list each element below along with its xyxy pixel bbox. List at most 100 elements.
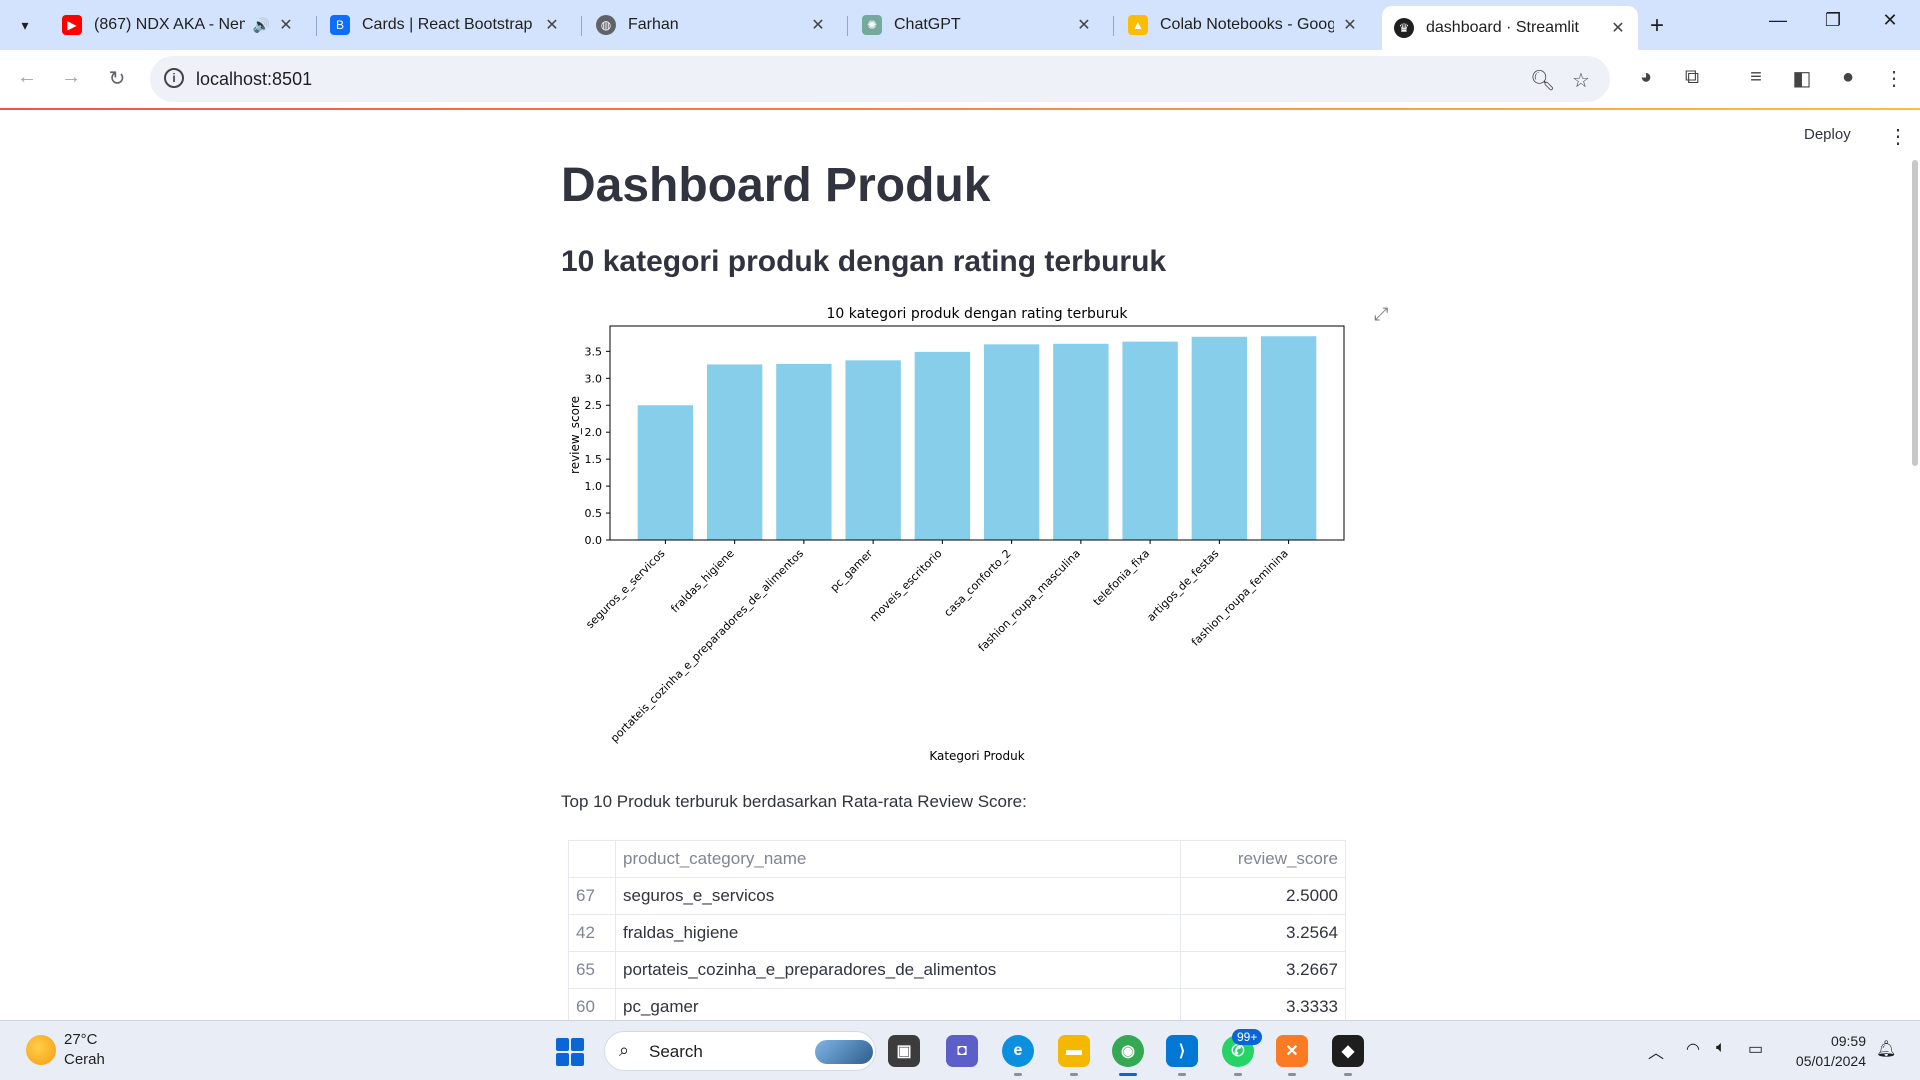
chart-bar (706, 364, 763, 540)
tab-search-button[interactable]: ▾ (10, 10, 40, 40)
clock-date: 05/01/2024 (1795, 1053, 1866, 1069)
task-view-icon[interactable]: ▣ (888, 1035, 920, 1067)
chart-bar (637, 405, 694, 540)
chevron-down-icon: ▾ (21, 16, 29, 33)
chart-y-tick-label: 0.0 (585, 534, 603, 547)
streamlit-header-decoration (0, 108, 1920, 110)
zoom-icon[interactable]: 🔍︎ (1530, 68, 1555, 93)
chart-bar (845, 360, 901, 540)
close-window-button[interactable]: ✕ (1870, 10, 1910, 31)
new-tab-button[interactable]: + (1650, 12, 1664, 40)
chart-y-tick-label: 3.0 (585, 372, 603, 385)
clock-time: 09:59 (1830, 1033, 1866, 1049)
bar-chart: 10 kategori produk dengan rating terburu… (568, 306, 1345, 763)
table-header-score[interactable]: review_score (1180, 840, 1346, 878)
chart-bar (983, 344, 1040, 540)
chart-bar (914, 351, 971, 540)
volume-icon[interactable]: 🔈︎ (1716, 1039, 1726, 1057)
tab-farhan[interactable]: ◍ Farhan ✕ (584, 8, 838, 42)
weather-condition[interactable]: Cerah (64, 1051, 105, 1068)
table-header-row: product_category_name review_score (568, 840, 1346, 878)
figma-icon[interactable]: ◆ (1332, 1035, 1364, 1067)
minimize-button[interactable]: — (1758, 10, 1798, 31)
row-index: 67 (568, 877, 616, 915)
chart-x-tick-label: seguros_e_servicos (583, 547, 667, 631)
close-icon[interactable]: ✕ (810, 15, 826, 35)
battery-icon[interactable]: ▭ (1748, 1039, 1763, 1059)
tab-streamlit-dashboard[interactable]: ♛ dashboard · Streamlit ✕ (1382, 6, 1638, 50)
section-subheader: 10 kategori produk dengan rating terburu… (561, 245, 1167, 278)
close-icon[interactable]: ✕ (1610, 18, 1626, 38)
running-indicator (1014, 1073, 1022, 1076)
close-icon[interactable]: ✕ (544, 15, 560, 35)
system-clock[interactable]: 09:59 05/01/2024 (1786, 1031, 1866, 1071)
row-index: 42 (568, 914, 616, 952)
omnibox[interactable]: i localhost:8501 🔍︎ ☆ (150, 56, 1610, 102)
edge-browser-icon[interactable]: e (1002, 1035, 1034, 1067)
page-title: Dashboard Produk (561, 159, 991, 212)
close-icon[interactable]: ✕ (1342, 15, 1358, 35)
deploy-button[interactable]: Deploy (1804, 126, 1851, 143)
forward-icon[interactable]: → (58, 66, 84, 89)
close-icon[interactable]: ✕ (1076, 15, 1092, 35)
chart-x-tick-label: moveis_escritorio (867, 547, 945, 625)
chart-y-tick-label: 2.0 (585, 426, 603, 439)
close-icon[interactable]: ✕ (278, 15, 294, 35)
chart-x-axis-label: Kategori Produk (929, 749, 1024, 763)
row-score: 3.2667 (1180, 951, 1346, 989)
table-row[interactable]: 65 portateis_cozinha_e_preparadores_de_a… (568, 951, 1346, 989)
table-row[interactable]: 42 fraldas_higiene 3.2564 (568, 914, 1346, 952)
speaker-icon[interactable]: 🔊 (253, 17, 270, 34)
vscode-icon[interactable]: ⟩ (1166, 1035, 1198, 1067)
site-info-icon[interactable]: i (164, 68, 184, 88)
data-table[interactable]: product_category_name review_score 67 se… (568, 840, 1346, 1026)
start-button[interactable] (556, 1038, 584, 1066)
youtube-icon: ▶ (62, 15, 82, 35)
teams-chat-icon[interactable]: ◘ (946, 1035, 978, 1067)
tray-chevron-up-icon[interactable]: ︿ (1648, 1039, 1664, 1063)
extensions-puzzle-icon[interactable]: ⧉ (1678, 66, 1706, 89)
search-icon: ⌕ (619, 1040, 630, 1060)
chart-bar (1122, 341, 1178, 540)
notifications-icon[interactable]: 🔔︎ (1876, 1039, 1896, 1059)
tab-separator (581, 16, 582, 36)
restore-button[interactable]: ❐ (1813, 10, 1853, 31)
page-scrollbar[interactable] (1912, 160, 1918, 466)
media-controls-icon[interactable]: ≡ (1742, 66, 1770, 89)
chart-y-tick-label: 2.5 (585, 399, 603, 412)
file-explorer-icon[interactable]: ▬ (1058, 1035, 1090, 1067)
row-category: fraldas_higiene (615, 914, 1181, 952)
tab-colab[interactable]: ▲ Colab Notebooks - Google ✕ (1116, 8, 1370, 42)
chatgpt-icon: ✺ (862, 15, 882, 35)
table-caption: Top 10 Produk terburuk berdasarkan Rata-… (561, 792, 1027, 811)
chart-y-tick-label: 1.0 (585, 480, 603, 493)
side-panel-icon[interactable]: ◧ (1788, 66, 1816, 91)
fullscreen-expand-icon[interactable]: ⤢ (1374, 304, 1388, 325)
url-text[interactable]: localhost:8501 (196, 69, 312, 90)
table-header-category[interactable]: product_category_name (615, 840, 1181, 878)
tab-react-bootstrap[interactable]: B Cards | React Bootstrap ✕ (318, 8, 572, 42)
table-row[interactable]: 67 seguros_e_servicos 2.5000 (568, 877, 1346, 915)
row-category: portateis_cozinha_e_preparadores_de_alim… (615, 951, 1181, 989)
chart-x-tick-label: telefonia_fixa (1091, 547, 1152, 608)
reload-icon[interactable]: ↻ (104, 66, 130, 91)
chart-bar (1260, 336, 1317, 540)
search-highlight-image (815, 1040, 873, 1064)
xampp-icon[interactable]: ✕ (1276, 1035, 1308, 1067)
profile-avatar[interactable]: ● (1834, 66, 1862, 89)
wifi-icon[interactable]: ◠ (1686, 1039, 1700, 1059)
running-indicator-active (1119, 1073, 1137, 1076)
back-icon[interactable]: ← (14, 66, 40, 89)
tab-chatgpt[interactable]: ✺ ChatGPT ✕ (850, 8, 1104, 42)
bookmark-star-icon[interactable]: ☆ (1572, 68, 1590, 93)
weather-temperature[interactable]: 27°C (64, 1031, 98, 1048)
taskbar-search[interactable]: ⌕ Search (604, 1031, 876, 1071)
tab-youtube[interactable]: ▶ (867) NDX AKA - Neme 🔊 ✕ (50, 8, 306, 42)
chrome-icon[interactable]: ◉ (1112, 1035, 1144, 1067)
weather-sun-icon[interactable] (26, 1035, 56, 1065)
main-menu-icon[interactable]: ⋮ (1888, 124, 1908, 149)
running-indicator (1288, 1073, 1296, 1076)
tab-separator (847, 16, 848, 36)
browser-menu-icon[interactable]: ⋮ (1880, 66, 1908, 91)
extension-globe-icon[interactable]: ◕ (1632, 66, 1660, 89)
